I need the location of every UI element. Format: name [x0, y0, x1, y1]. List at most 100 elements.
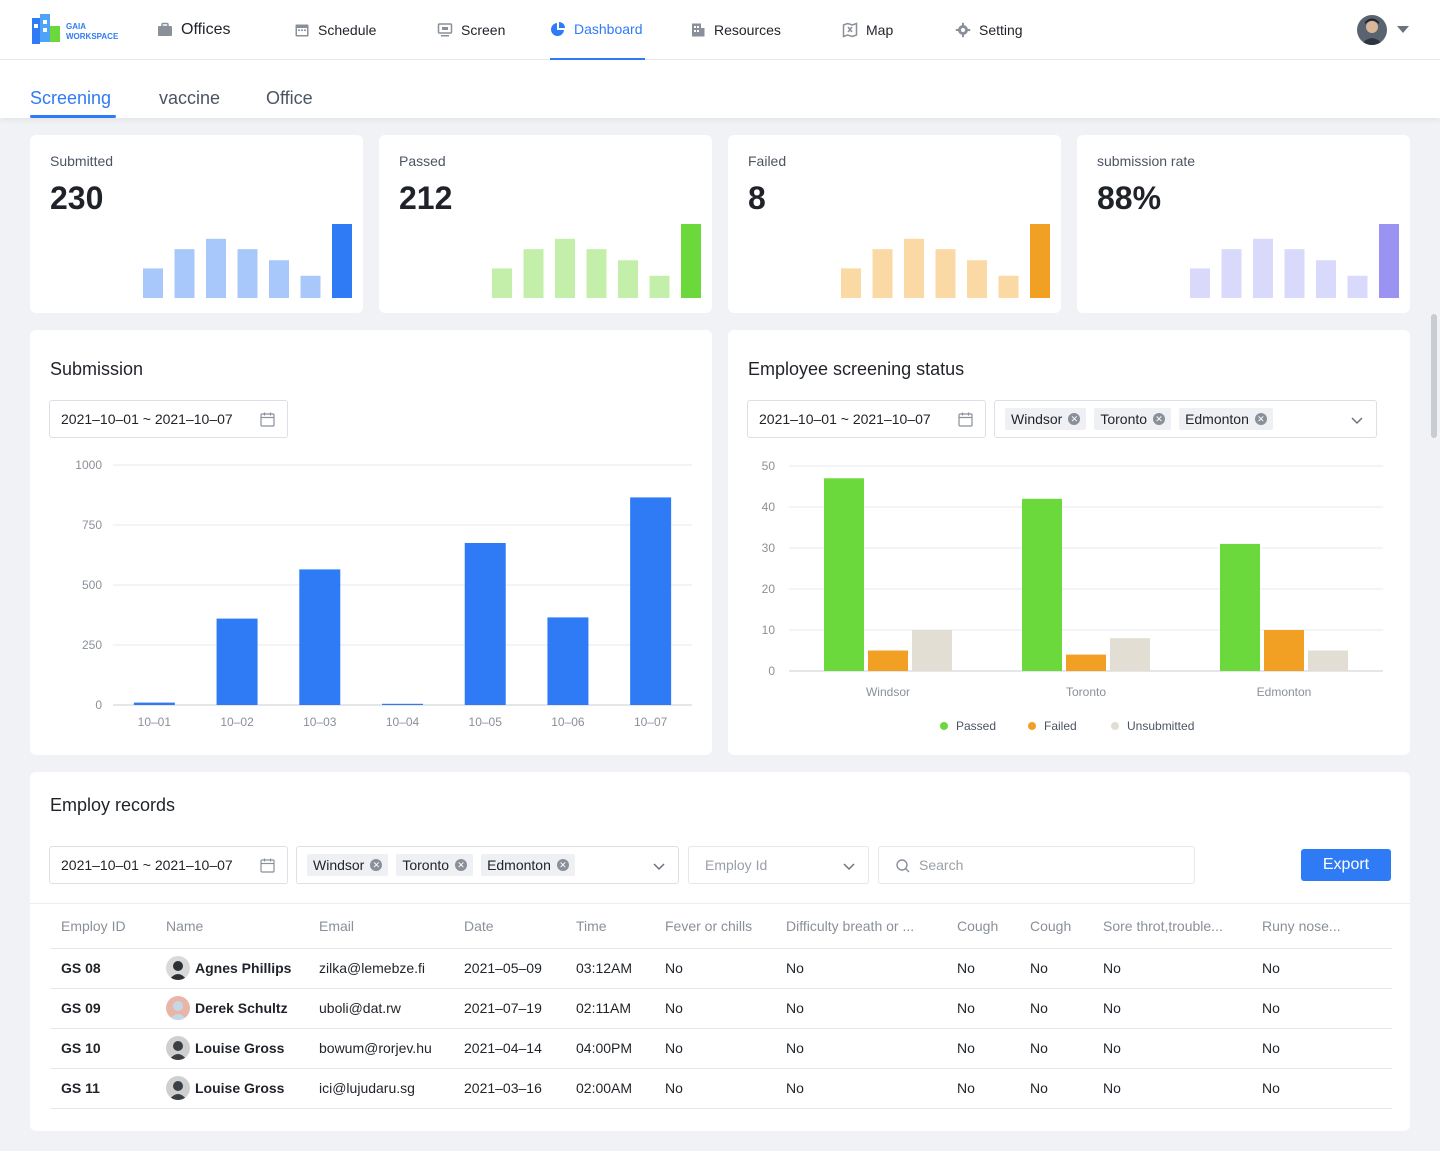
column-header[interactable]: Sore throt,trouble... — [1092, 904, 1251, 949]
remove-tag-icon[interactable]: ✕ — [556, 859, 569, 871]
bar-unsubmitted[interactable] — [1308, 650, 1348, 672]
bar-passed[interactable] — [1022, 498, 1062, 671]
x-tick-label: 10–04 — [386, 715, 420, 729]
avatar — [166, 956, 190, 980]
records-date-range-picker[interactable]: 2021–10–01 ~ 2021–10–07 — [49, 846, 288, 884]
nav-schedule[interactable]: Schedule — [294, 0, 376, 60]
calendar-icon — [294, 22, 310, 38]
column-header[interactable]: Name — [155, 904, 308, 949]
legend-label[interactable]: Passed — [956, 719, 996, 733]
stat-card-passed: Passed 212 — [379, 135, 712, 313]
bar[interactable] — [299, 569, 341, 705]
table-cell: No — [775, 1028, 946, 1069]
mini-bar — [586, 249, 607, 298]
table-cell: 2021–03–16 — [453, 1068, 565, 1109]
table-row[interactable]: GS 10 Louise Gross bowum@rorjev.hu 2021–04–… — [50, 1028, 1392, 1069]
remove-tag-icon[interactable]: ✕ — [455, 859, 468, 871]
column-header[interactable]: Fever or chills — [654, 904, 775, 949]
bar[interactable] — [464, 543, 506, 705]
table-cell: No — [1092, 1028, 1251, 1069]
remove-tag-icon[interactable]: ✕ — [370, 859, 383, 871]
records-location-select[interactable]: Windsor ✕ Toronto ✕ Edmonton ✕ — [296, 846, 679, 884]
legend-marker — [940, 722, 948, 730]
nav-screen[interactable]: Screen — [437, 0, 505, 60]
nav-map[interactable]: Map — [842, 0, 893, 60]
table-cell: No — [1251, 948, 1392, 989]
mini-bar — [555, 238, 575, 298]
tab-screening[interactable]: Screening — [30, 88, 111, 109]
stat-card-submitted: Submitted 230 — [30, 135, 363, 313]
bar[interactable] — [547, 617, 589, 705]
employ-id-cell: GS 09 — [50, 988, 155, 1029]
mini-bar-chart — [841, 224, 1050, 298]
mini-bar — [1221, 249, 1242, 298]
records-search-input[interactable]: Search — [878, 846, 1195, 884]
mini-bar — [967, 260, 987, 298]
map-icon — [842, 22, 858, 38]
active-tab-indicator — [30, 115, 116, 118]
gaia-logo[interactable]: GAIA WORKSPACE — [30, 14, 126, 46]
page-scrollbar[interactable] — [1428, 118, 1440, 1151]
bar[interactable] — [382, 703, 423, 705]
employ-id-cell: GS 08 — [50, 948, 155, 989]
bar[interactable] — [133, 702, 175, 705]
employee-name: Louise Gross — [166, 1076, 308, 1100]
tab-office[interactable]: Office — [266, 88, 313, 109]
column-header[interactable]: Cough — [1019, 904, 1092, 949]
x-tick-label: Edmonton — [1257, 685, 1312, 699]
svg-text:GAIA: GAIA — [66, 22, 86, 31]
x-tick-label: 10–05 — [469, 715, 503, 729]
tab-vaccine[interactable]: vaccine — [159, 88, 220, 109]
y-tick-label: 750 — [82, 518, 102, 532]
bar[interactable] — [630, 497, 672, 705]
column-header[interactable]: Cough — [946, 904, 1019, 949]
bar-passed[interactable] — [824, 478, 864, 671]
mini-bar-chart — [492, 224, 701, 298]
user-menu-caret-icon[interactable] — [1397, 26, 1409, 33]
nav-resources[interactable]: Resources — [690, 0, 781, 60]
table-cell: No — [1092, 988, 1251, 1029]
search-placeholder: Search — [919, 857, 964, 873]
y-tick-label: 1000 — [75, 458, 102, 472]
table-cell: 2021–04–14 — [453, 1028, 565, 1069]
legend-label[interactable]: Failed — [1044, 719, 1077, 733]
location-tag: Toronto ✕ — [396, 854, 474, 876]
bar-unsubmitted[interactable] — [912, 630, 952, 671]
tag-label: Windsor — [313, 857, 365, 873]
nav-offices[interactable]: Offices — [157, 0, 231, 60]
employ-id-select[interactable]: Employ Id — [688, 846, 869, 884]
mini-bar — [1284, 249, 1305, 298]
legend-label[interactable]: Unsubmitted — [1127, 719, 1194, 733]
column-header[interactable]: Difficulty breath or ... — [775, 904, 946, 949]
stat-card-submission-rate: submission rate 88% — [1077, 135, 1410, 313]
column-header[interactable]: Runy nose... — [1251, 904, 1392, 949]
table-row[interactable]: GS 09 Derek Schultz uboli@dat.rw 2021–07–19… — [50, 988, 1392, 1029]
y-tick-label: 50 — [762, 459, 776, 473]
nav-dashboard[interactable]: Dashboard — [550, 0, 645, 60]
table-row[interactable]: GS 11 Louise Gross ici@lujudaru.sg 2021–03–… — [50, 1068, 1392, 1109]
bar-failed[interactable] — [868, 650, 908, 672]
table-cell: No — [1251, 1028, 1392, 1069]
user-avatar[interactable] — [1357, 15, 1387, 45]
bar-unsubmitted[interactable] — [1110, 638, 1150, 671]
table-cell: No — [654, 1028, 775, 1069]
table-row[interactable]: GS 08 Agnes Phillips zilka@lemebze.fi 2021–… — [50, 948, 1392, 989]
scrollbar-thumb[interactable] — [1431, 314, 1437, 438]
bar-failed[interactable] — [1264, 630, 1304, 671]
nav-setting[interactable]: Setting — [955, 0, 1023, 60]
bar[interactable] — [216, 618, 258, 705]
column-header[interactable]: Employ ID — [50, 904, 155, 949]
section-tabs: Screening vaccine Office — [0, 60, 1440, 118]
y-tick-label: 20 — [762, 582, 776, 596]
column-header[interactable]: Email — [308, 904, 453, 949]
mini-bar — [1379, 224, 1399, 298]
bar-passed[interactable] — [1220, 543, 1260, 671]
column-header[interactable]: Date — [453, 904, 565, 949]
bar-failed[interactable] — [1066, 654, 1106, 671]
table-cell: 04:00PM — [565, 1028, 654, 1069]
column-header[interactable]: Time — [565, 904, 654, 949]
mini-bar — [1316, 260, 1336, 298]
table-cell: 03:12AM — [565, 948, 654, 989]
table-cell: 2021–07–19 — [453, 988, 565, 1029]
export-button[interactable]: Export — [1301, 849, 1391, 881]
